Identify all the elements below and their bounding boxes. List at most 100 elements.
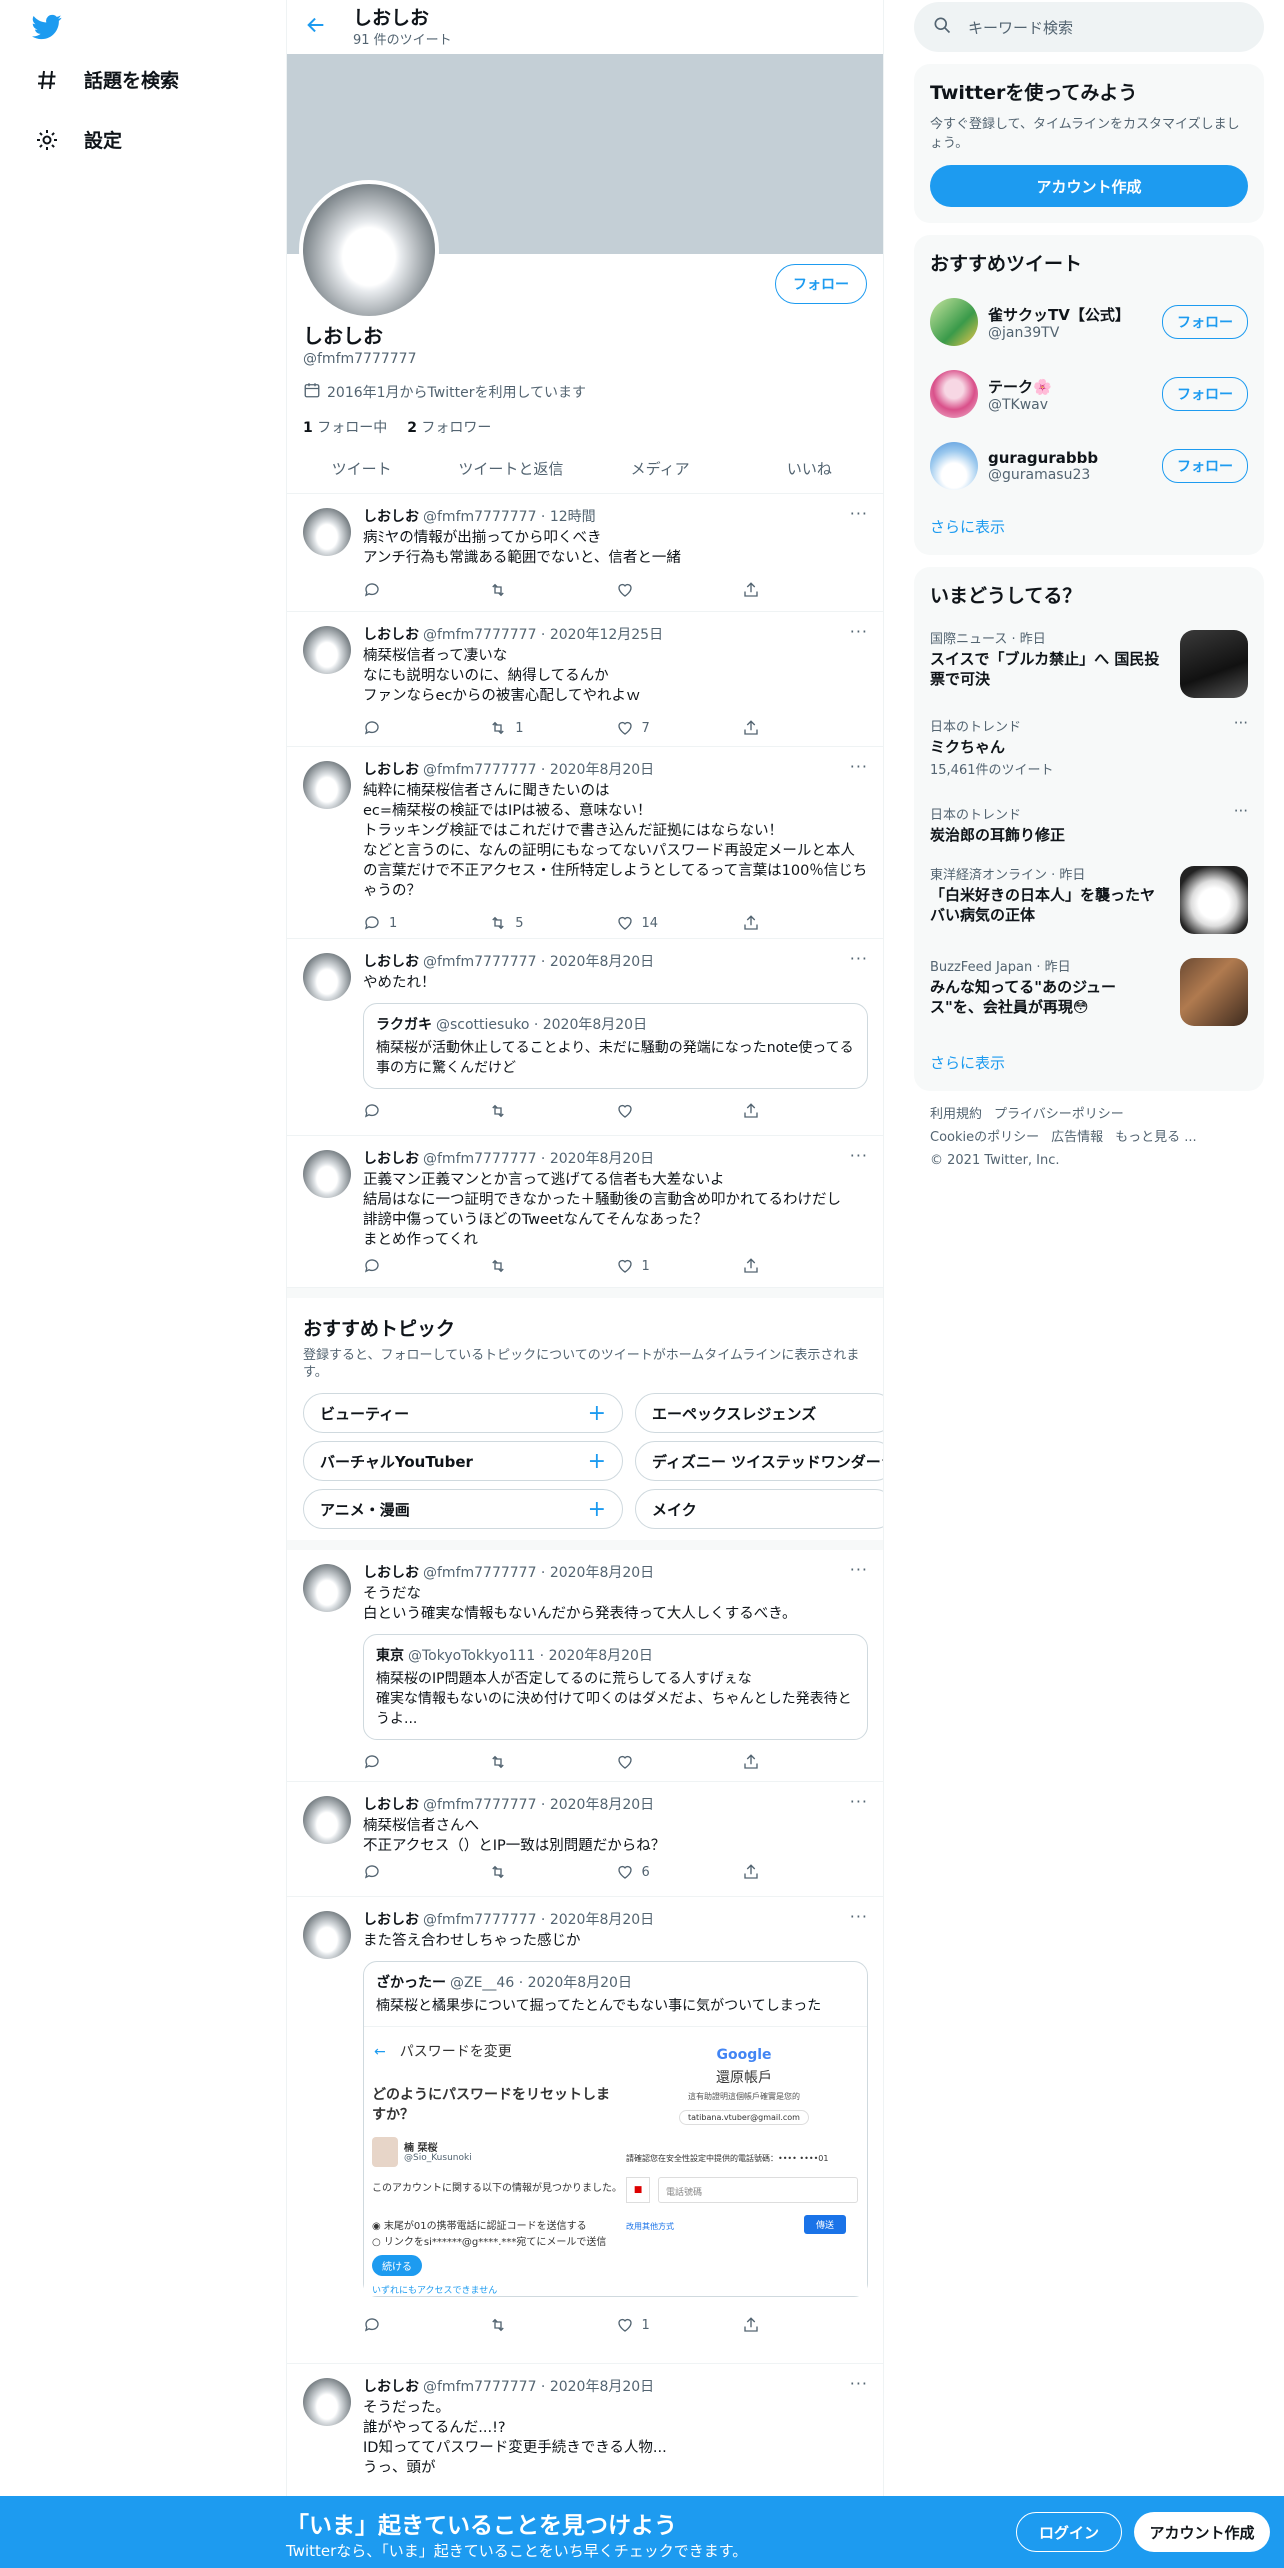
share-button[interactable]: [742, 1102, 868, 1120]
tweet-author[interactable]: しおしお: [363, 954, 419, 970]
reply-button[interactable]: [363, 1863, 489, 1881]
avatar[interactable]: [303, 1796, 351, 1844]
footer-cookie[interactable]: Cookieのポリシー: [930, 1130, 1039, 1145]
signup-button[interactable]: アカウント作成: [930, 165, 1248, 207]
tweet-author[interactable]: しおしお: [363, 509, 419, 525]
share-button[interactable]: [742, 2316, 868, 2334]
tweet[interactable]: しおしお @fmfm7777777 · 2020年8月20日 ··· また答え合わ…: [287, 1897, 883, 2364]
follow-button[interactable]: フォロー: [775, 264, 867, 304]
tweet[interactable]: しおしお @fmfm7777777 · 12時間 ··· 病ﾐヤの情報が出揃ってか…: [287, 494, 883, 612]
reply-button[interactable]: [363, 719, 489, 737]
share-button[interactable]: [742, 581, 868, 599]
retweet-button[interactable]: [489, 1753, 615, 1771]
avatar[interactable]: [303, 953, 351, 1001]
nav-settings[interactable]: 設定: [34, 126, 122, 153]
reply-button[interactable]: [363, 581, 489, 599]
tweet[interactable]: しおしお @fmfm7777777 · 2020年8月20日 ··· 正義マン正義…: [287, 1136, 883, 1288]
tweet-author[interactable]: しおしお: [363, 1797, 419, 1813]
retweet-button[interactable]: [489, 2316, 615, 2334]
more-icon[interactable]: ···: [850, 949, 868, 968]
reply-button[interactable]: [363, 2316, 489, 2334]
topic-chip[interactable]: アニメ・漫画 +: [303, 1489, 623, 1529]
tweet[interactable]: しおしお @fmfm7777777 · 2020年8月20日 ··· そうだった。…: [287, 2364, 883, 2504]
tweet-author[interactable]: しおしお: [363, 762, 419, 778]
wtf-item[interactable]: テーク🌸 @TKwav フォロー: [914, 358, 1264, 430]
like-button[interactable]: [616, 581, 742, 599]
more-icon[interactable]: ···: [850, 1792, 868, 1811]
trend-item[interactable]: 国際ニュース · 昨日 スイスで「ブルカ禁止」へ 国民投票で可決: [914, 618, 1264, 706]
quote-image[interactable]: ← パスワードを変更 どのようにパスワードをリセットしますか？ 楠 栞桜 @Si…: [364, 2026, 867, 2296]
share-button[interactable]: [742, 1257, 868, 1275]
profile-avatar[interactable]: [299, 180, 439, 320]
more-icon[interactable]: ···: [850, 504, 868, 523]
back-arrow-icon[interactable]: [305, 14, 327, 40]
like-button[interactable]: 1: [616, 2316, 742, 2334]
reply-button[interactable]: [363, 1102, 489, 1120]
follow-button[interactable]: フォロー: [1162, 449, 1248, 483]
bottom-signup-button[interactable]: アカウント作成: [1134, 2512, 1270, 2552]
search-bar[interactable]: キーワード検索: [914, 2, 1264, 52]
following-link[interactable]: 1 フォロー中: [303, 417, 387, 437]
tweet-author[interactable]: しおしお: [363, 1912, 419, 1928]
reply-button[interactable]: [363, 1753, 489, 1771]
avatar[interactable]: [303, 1564, 351, 1612]
avatar[interactable]: [303, 1911, 351, 1959]
tab-likes[interactable]: いいね: [735, 444, 883, 493]
like-button[interactable]: 14: [616, 914, 742, 932]
tweet-author[interactable]: しおしお: [363, 627, 419, 643]
wtf-item[interactable]: 雀サクッTV【公式】 @jan39TV フォロー: [914, 286, 1264, 358]
trend-item[interactable]: 日本のトレンド ミクちゃん 15,461件のツイート ···: [914, 706, 1264, 794]
like-button[interactable]: [616, 1753, 742, 1771]
more-icon[interactable]: ···: [850, 622, 868, 641]
more-icon[interactable]: ···: [1234, 714, 1248, 732]
retweet-button[interactable]: [489, 1102, 615, 1120]
like-button[interactable]: 7: [616, 719, 742, 737]
more-icon[interactable]: ···: [1234, 802, 1248, 820]
tab-tweets[interactable]: ツイート: [287, 444, 436, 493]
avatar[interactable]: [303, 508, 351, 556]
retweet-button[interactable]: 5: [489, 914, 615, 932]
wtf-item[interactable]: guragurabbb @guramasu23 フォロー: [914, 430, 1264, 502]
reply-button[interactable]: 1: [363, 914, 489, 932]
share-button[interactable]: [742, 914, 868, 932]
show-more-link[interactable]: さらに表示: [914, 502, 1264, 555]
trend-item[interactable]: 東洋経済オンライン · 昨日 「白米好きの日本人」を襲ったヤバい病気の正体: [914, 854, 1264, 946]
followers-link[interactable]: 2 フォロワー: [407, 417, 491, 437]
topic-chip[interactable]: メイク: [635, 1489, 883, 1529]
avatar[interactable]: [303, 2378, 351, 2426]
tweet[interactable]: しおしお @fmfm7777777 · 2020年8月20日 ··· 純粋に楠栞桜…: [287, 747, 883, 939]
footer-terms[interactable]: 利用規約: [930, 1107, 982, 1122]
more-icon[interactable]: ···: [850, 2374, 868, 2393]
tab-tweets-replies[interactable]: ツイートと返信: [436, 444, 585, 493]
topic-chip[interactable]: バーチャルYouTuber +: [303, 1441, 623, 1481]
topic-chip[interactable]: ビューティー +: [303, 1393, 623, 1433]
share-button[interactable]: [742, 719, 868, 737]
more-icon[interactable]: ···: [850, 1907, 868, 1926]
tweet-author[interactable]: しおしお: [363, 1151, 419, 1167]
more-icon[interactable]: ···: [850, 757, 868, 776]
tweet[interactable]: しおしお @fmfm7777777 · 2020年8月20日 ··· やめたれ！ …: [287, 939, 883, 1136]
retweet-button[interactable]: 1: [489, 719, 615, 737]
reply-button[interactable]: [363, 1257, 489, 1275]
tweet[interactable]: しおしお @fmfm7777777 · 2020年8月20日 ··· そうだな 白…: [287, 1550, 883, 1782]
retweet-button[interactable]: [489, 581, 615, 599]
trend-item[interactable]: BuzzFeed Japan · 昨日 みんな知ってる"あのジュース"を、会社員…: [914, 946, 1264, 1038]
more-icon[interactable]: ···: [850, 1560, 868, 1579]
topic-chip[interactable]: ディズニー ツイステッドワンダーランド: [635, 1441, 883, 1481]
like-button[interactable]: [616, 1102, 742, 1120]
footer-more[interactable]: もっと見る ...: [1115, 1130, 1197, 1145]
footer-privacy[interactable]: プライバシーポリシー: [994, 1107, 1124, 1122]
login-button[interactable]: ログイン: [1016, 2512, 1122, 2552]
twitter-logo-icon[interactable]: [30, 12, 64, 42]
quoted-tweet[interactable]: 東京 @TokyoTokkyo111 · 2020年8月20日 楠栞桜のIP問題本…: [363, 1634, 868, 1740]
tweet[interactable]: しおしお @fmfm7777777 · 2020年12月25日 ··· 楠栞桜信者…: [287, 612, 883, 747]
search-input[interactable]: キーワード検索: [968, 17, 1073, 38]
tab-media[interactable]: メディア: [586, 444, 735, 493]
trend-item[interactable]: 日本のトレンド 炭治郎の耳飾り修正 ···: [914, 794, 1264, 854]
quoted-tweet[interactable]: ざかったー @ZE__46 · 2020年8月20日 楠栞桜と橘果歩について掘って…: [363, 1961, 868, 2297]
retweet-button[interactable]: [489, 1863, 615, 1881]
like-button[interactable]: 1: [616, 1257, 742, 1275]
quoted-tweet[interactable]: ラクガキ @scottiesuko · 2020年8月20日 楠栞桜が活動休止して…: [363, 1003, 868, 1089]
follow-button[interactable]: フォロー: [1162, 305, 1248, 339]
tweet[interactable]: しおしお @fmfm7777777 · 2020年8月20日 ··· 楠栞桜信者さ…: [287, 1782, 883, 1897]
